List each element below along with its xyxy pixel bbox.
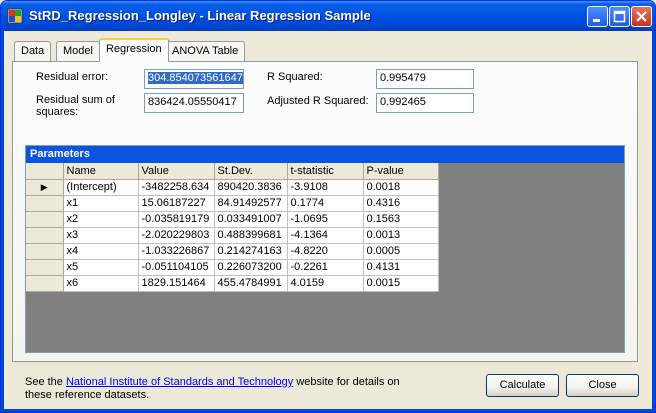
tab-model[interactable]: Model (56, 41, 100, 61)
rss-field[interactable]: 836424.05550417 (144, 93, 244, 113)
cell-name[interactable]: x3 (63, 227, 139, 244)
r-squared-label: R Squared: (267, 71, 323, 83)
tab-anova-table[interactable]: ANOVA Table (165, 41, 246, 61)
cell-value[interactable]: -1.033226867 (138, 243, 215, 260)
column-header-name[interactable]: Name (63, 163, 139, 180)
cell-p-value[interactable]: 0.0015 (363, 275, 439, 292)
row-header[interactable]: ▶ (26, 179, 64, 196)
close-icon (636, 11, 647, 22)
cell-name[interactable]: x1 (63, 195, 139, 212)
r-squared-field[interactable]: 0.995479 (376, 69, 474, 89)
cell-value[interactable]: 15.06187227 (138, 195, 215, 212)
residual-error-field[interactable]: 304.854073561647 (144, 69, 244, 89)
cell-p-value[interactable]: 0.1563 (363, 211, 439, 228)
cell-p-value[interactable]: 0.0005 (363, 243, 439, 260)
cell-value[interactable]: -0.035819179 (138, 211, 215, 228)
cell-t-statistic[interactable]: -4.8220 (287, 243, 364, 260)
close-button[interactable]: Close (566, 374, 639, 397)
table-row[interactable]: x5 -0.051104105 0.226073200 -0.2261 0.4131 (26, 259, 439, 276)
row-header-corner (26, 163, 64, 180)
table-row[interactable]: x6 1829.151464 455.4784991 4.0159 0.0015 (26, 275, 439, 292)
adjusted-r-squared-field[interactable]: 0.992465 (376, 93, 474, 113)
cell-t-statistic[interactable]: -3.9108 (287, 179, 364, 196)
current-row-icon: ▶ (40, 182, 48, 192)
table-row[interactable]: x2 -0.035819179 0.033491007 -1.0695 0.1563 (26, 211, 439, 228)
footer-note: See the National Institute of Standards … (25, 376, 405, 402)
cell-name[interactable]: x6 (63, 275, 139, 292)
cell-name[interactable]: x5 (63, 259, 139, 276)
row-header[interactable] (26, 211, 64, 228)
cell-stdev[interactable]: 0.488399681 (214, 227, 288, 244)
cell-t-statistic[interactable]: -4.1364 (287, 227, 364, 244)
column-header-t-statistic[interactable]: t-statistic (287, 163, 364, 180)
window-title: StRD_Regression_Longley - Linear Regress… (29, 8, 371, 23)
column-header-stdev[interactable]: St.Dev. (214, 163, 288, 180)
parameters-caption: Parameters (26, 146, 624, 163)
table-row[interactable]: x1 15.06187227 84.91492577 0.1774 0.4316 (26, 195, 439, 212)
table-row[interactable]: x4 -1.033226867 0.214274163 -4.8220 0.0005 (26, 243, 439, 260)
table-header-row: Name Value St.Dev. t-statistic P-value (26, 163, 439, 180)
table-row[interactable]: ▶ (Intercept) -3482258.634 890420.3836 -3.91… (26, 179, 439, 196)
row-header[interactable] (26, 243, 64, 260)
cell-stdev[interactable]: 455.4784991 (214, 275, 288, 292)
cell-p-value[interactable]: 0.0013 (363, 227, 439, 244)
cell-value[interactable]: -3482258.634 (138, 179, 215, 196)
main-window: StRD_Regression_Longley - Linear Regress… (0, 0, 656, 413)
column-header-value[interactable]: Value (138, 163, 215, 180)
maximize-button[interactable] (609, 6, 630, 27)
title-bar[interactable]: StRD_Regression_Longley - Linear Regress… (1, 1, 655, 31)
cell-stdev[interactable]: 0.033491007 (214, 211, 288, 228)
calculate-button[interactable]: Calculate (486, 374, 559, 397)
cell-value[interactable]: -0.051104105 (138, 259, 215, 276)
tab-regression[interactable]: Regression (99, 38, 169, 62)
footer-text-before: See the (25, 376, 66, 388)
cell-value[interactable]: -2.020229803 (138, 227, 215, 244)
residual-error-label: Residual error: (36, 71, 109, 83)
residual-error-value: 304.854073561647 (148, 72, 243, 84)
rss-label: Residual sum of squares: (36, 94, 115, 118)
cell-name[interactable]: (Intercept) (63, 179, 139, 196)
parameters-grid[interactable]: Parameters Name Value St.Dev. t-statisti… (25, 145, 625, 353)
column-header-p-value[interactable]: P-value (363, 163, 439, 180)
row-header[interactable] (26, 275, 64, 292)
cell-stdev[interactable]: 890420.3836 (214, 179, 288, 196)
nist-link[interactable]: National Institute of Standards and Tech… (66, 376, 293, 388)
adjusted-r-squared-label: Adjusted R Squared: (267, 95, 369, 107)
cell-stdev[interactable]: 84.91492577 (214, 195, 288, 212)
cell-t-statistic[interactable]: 0.1774 (287, 195, 364, 212)
cell-stdev[interactable]: 0.226073200 (214, 259, 288, 276)
table-row[interactable]: x3 -2.020229803 0.488399681 -4.1364 0.0013 (26, 227, 439, 244)
tab-data[interactable]: Data (14, 41, 52, 61)
close-window-button[interactable] (631, 6, 652, 27)
row-header[interactable] (26, 259, 64, 276)
row-header[interactable] (26, 227, 64, 244)
cell-stdev[interactable]: 0.214274163 (214, 243, 288, 260)
cell-p-value[interactable]: 0.4131 (363, 259, 439, 276)
cell-value[interactable]: 1829.151464 (138, 275, 215, 292)
maximize-icon (613, 10, 626, 23)
cell-t-statistic[interactable]: -0.2261 (287, 259, 364, 276)
minimize-button[interactable] (587, 6, 608, 27)
minimize-icon (593, 19, 600, 22)
row-header[interactable] (26, 195, 64, 212)
cell-name[interactable]: x4 (63, 243, 139, 260)
cell-t-statistic[interactable]: -1.0695 (287, 211, 364, 228)
parameters-table: Name Value St.Dev. t-statistic P-value ▶… (26, 163, 439, 292)
cell-t-statistic[interactable]: 4.0159 (287, 275, 364, 292)
cell-p-value[interactable]: 0.0018 (363, 179, 439, 196)
cell-name[interactable]: x2 (63, 211, 139, 228)
cell-p-value[interactable]: 0.4316 (363, 195, 439, 212)
app-icon (7, 8, 23, 24)
